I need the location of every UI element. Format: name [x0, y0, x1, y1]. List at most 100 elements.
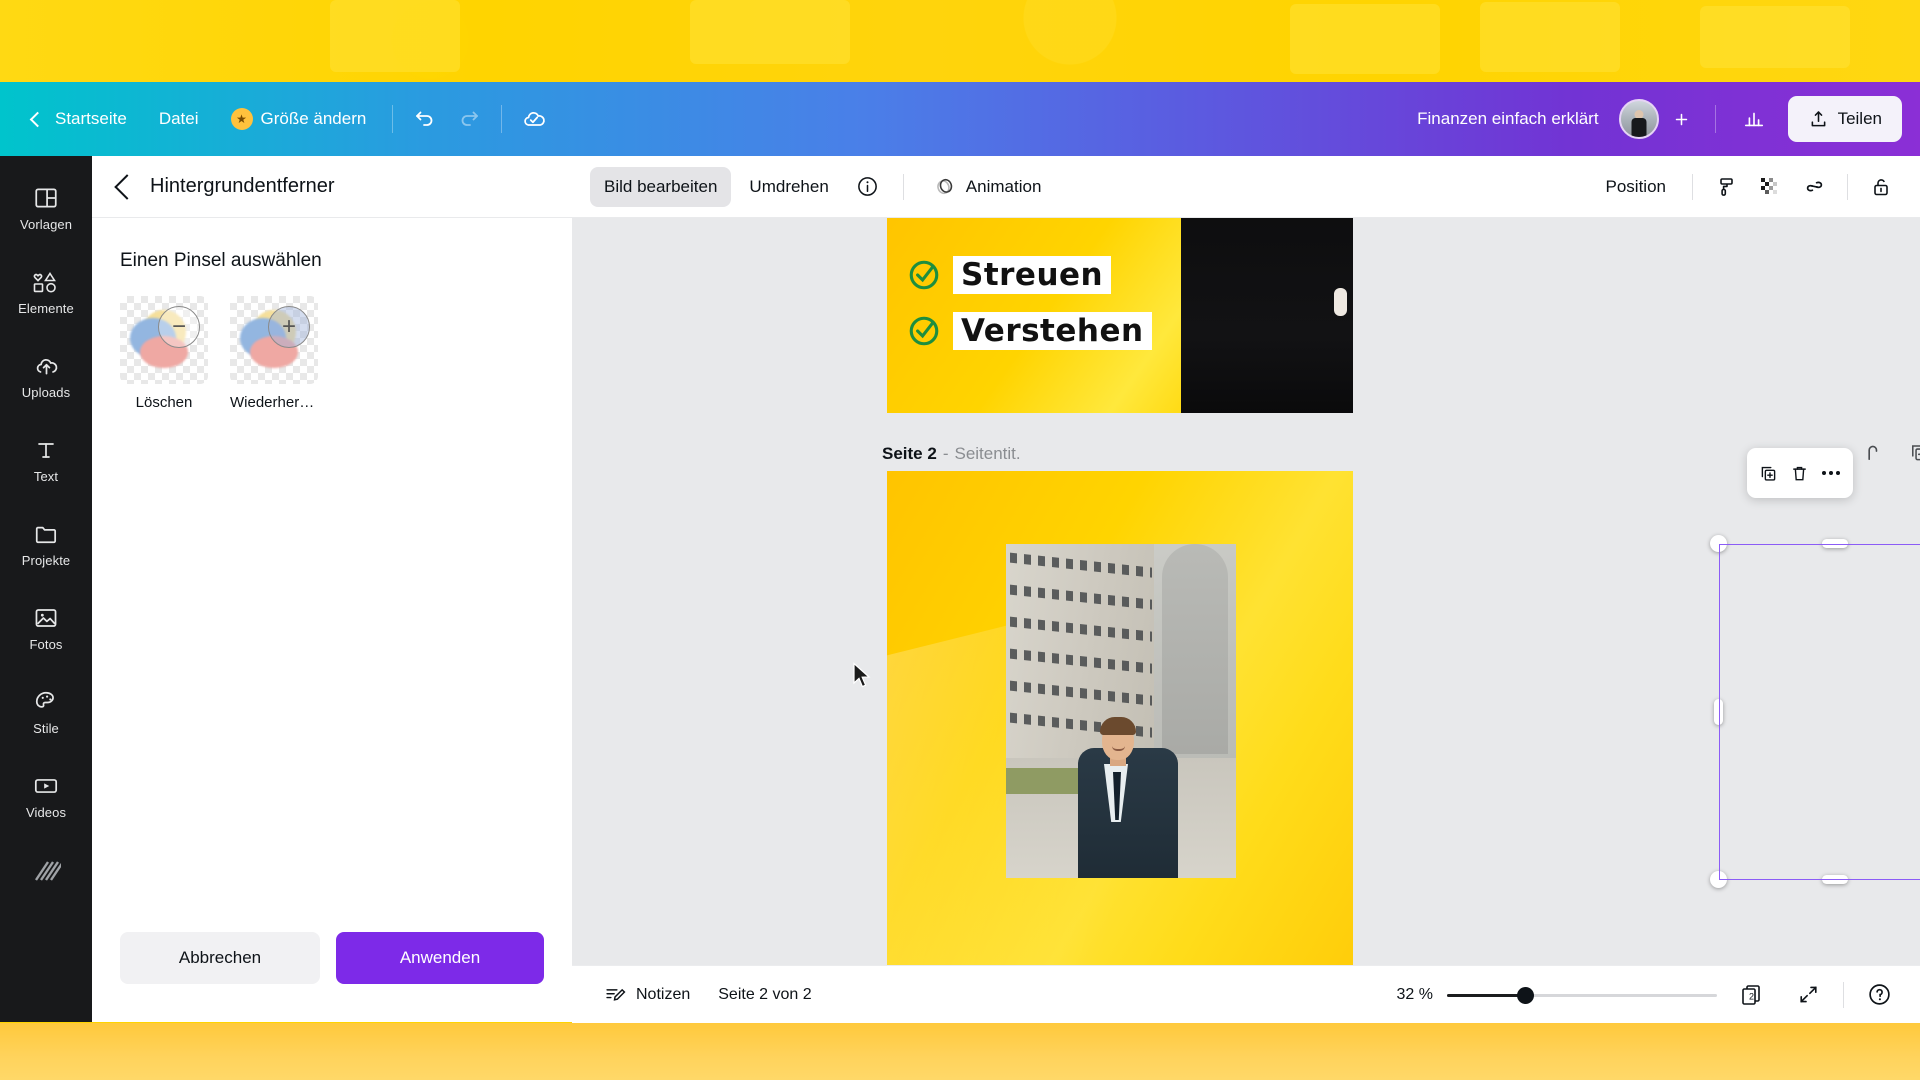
- brush-label-erase: Löschen: [135, 394, 193, 411]
- brush-option-erase[interactable]: − Löschen: [120, 296, 208, 411]
- add-collaborator-button[interactable]: [1665, 102, 1699, 136]
- edit-image-button[interactable]: Bild bearbeiten: [590, 166, 732, 207]
- copy-style-button[interactable]: [1705, 166, 1747, 208]
- status-divider: [1843, 981, 1844, 1008]
- file-label: Datei: [158, 109, 199, 128]
- selected-image-element[interactable]: [1006, 544, 1236, 878]
- page1-bullet-2: Verstehen: [907, 312, 1152, 350]
- brush-label-restore: Wiederherst...: [230, 394, 318, 411]
- delete-element-button[interactable]: [1785, 458, 1815, 488]
- sidebar-item-projekte[interactable]: Projekte: [7, 506, 85, 582]
- sidebar-label-uploads: Uploads: [21, 384, 71, 400]
- canvas-page-2[interactable]: [887, 471, 1353, 1022]
- sidebar-label-text: Text: [33, 468, 59, 484]
- cancel-button[interactable]: Abbrechen: [120, 932, 320, 984]
- folder-icon: [35, 526, 56, 543]
- upload-icon: [1811, 110, 1825, 126]
- apply-button[interactable]: Anwenden: [336, 932, 544, 984]
- duplicate-element-button[interactable]: [1754, 458, 1784, 488]
- resize-handle-left[interactable]: [1714, 699, 1723, 725]
- duplicate-icon: [1761, 466, 1776, 481]
- resize-handle-bottom[interactable]: [1822, 875, 1848, 884]
- undo-button[interactable]: [403, 97, 447, 141]
- bar-chart-icon: [1744, 112, 1763, 127]
- page-undo-button[interactable]: [1852, 431, 1894, 473]
- panel-header: Hintergrundentferner: [92, 156, 572, 218]
- link-button[interactable]: [1793, 166, 1835, 208]
- templates-icon: [35, 187, 57, 208]
- status-bar: Notizen Seite 2 von 2 32 % 2: [572, 965, 1920, 1023]
- sidebar-item-elemente[interactable]: Elemente: [7, 254, 85, 330]
- document-title[interactable]: Finanzen einfach erklärt: [1417, 109, 1598, 129]
- sidebar-item-videos[interactable]: Videos: [7, 758, 85, 834]
- resize-handle-top-left[interactable]: [1710, 535, 1727, 552]
- animation-button[interactable]: Animation: [918, 167, 1056, 207]
- edit-image-label: Bild bearbeiten: [604, 176, 718, 196]
- object-toolbar-right: Position: [1592, 166, 1902, 208]
- home-button[interactable]: Startseite: [16, 97, 143, 141]
- panel-back-button[interactable]: [114, 173, 140, 200]
- page-duplicate-button[interactable]: [1898, 431, 1920, 473]
- page1-suit-photo: [1181, 218, 1353, 413]
- resize-handle-top[interactable]: [1822, 539, 1848, 548]
- sidebar-item-text[interactable]: Text: [7, 422, 85, 498]
- help-button[interactable]: [1858, 974, 1900, 1016]
- sidebar-item-vorlagen[interactable]: Vorlagen: [7, 170, 85, 246]
- trash-icon: [1793, 466, 1807, 480]
- page1-text-2: Verstehen: [953, 312, 1152, 350]
- status-bar-right: 32 % 2: [1383, 974, 1900, 1016]
- position-label: Position: [1605, 176, 1666, 196]
- crown-icon: ★: [230, 108, 253, 130]
- zoom-slider-knob[interactable]: [1517, 986, 1535, 1004]
- upload-cloud-icon: [36, 358, 57, 374]
- more-options-button[interactable]: [1816, 458, 1846, 488]
- notes-icon: [606, 988, 626, 1001]
- insights-button[interactable]: [1732, 97, 1776, 141]
- brush-restore-icon: +: [230, 296, 318, 384]
- panel-title: Hintergrundentferner: [150, 175, 335, 197]
- more-options-icon: [1822, 471, 1841, 475]
- zoom-slider[interactable]: [1447, 985, 1717, 1005]
- page-manager-button[interactable]: 2: [1731, 974, 1773, 1016]
- sidebar-item-background[interactable]: [7, 842, 85, 898]
- header-divider-1: [392, 105, 394, 133]
- panel-footer: Abbrechen Anwenden: [92, 932, 572, 1022]
- browser-background-top: [0, 0, 1920, 82]
- flip-button[interactable]: Umdrehen: [735, 167, 842, 207]
- brush-option-restore[interactable]: + Wiederherst...: [230, 296, 318, 411]
- sidebar-item-uploads[interactable]: Uploads: [7, 338, 85, 414]
- lock-button[interactable]: [1860, 166, 1902, 208]
- page-tools: [1852, 431, 1920, 473]
- canvas-page-1[interactable]: Streuen Verstehen: [887, 218, 1353, 413]
- fullscreen-button[interactable]: [1787, 974, 1829, 1016]
- redo-button[interactable]: [447, 97, 491, 141]
- page-counter: Seite 2 von 2: [718, 985, 812, 1003]
- flip-label: Umdrehen: [749, 176, 829, 196]
- share-button[interactable]: Teilen: [1787, 96, 1902, 142]
- canvas-scroll-area[interactable]: Streuen Verstehen Seite 2 - Seitentit.: [572, 218, 1920, 1022]
- undo-icon: [416, 111, 433, 126]
- resize-handle-bottom-left[interactable]: [1710, 871, 1727, 888]
- undo-page-icon: [1867, 445, 1877, 460]
- sidebar-item-stile[interactable]: Stile: [7, 674, 85, 750]
- avatar[interactable]: [1618, 99, 1659, 139]
- info-button[interactable]: [847, 166, 889, 208]
- resize-button[interactable]: ★ Größe ändern: [215, 97, 383, 141]
- toolbar-divider-1: [902, 173, 904, 200]
- notes-label: Notizen: [636, 985, 691, 1003]
- file-menu-button[interactable]: Datei: [143, 97, 215, 141]
- sidebar-label-elemente: Elemente: [18, 300, 74, 316]
- elements-icon: [33, 271, 56, 293]
- notes-button[interactable]: Notizen: [592, 975, 702, 1015]
- panel-body: Einen Pinsel auswählen − Löschen + Wiede…: [92, 218, 572, 932]
- page-2-label[interactable]: Seite 2 - Seitentit.: [882, 444, 1021, 464]
- pages-icon: 2: [1742, 984, 1760, 1005]
- zoom-value: 32 %: [1396, 985, 1433, 1003]
- brush-erase-icon: −: [120, 296, 208, 384]
- plus-icon: [1675, 113, 1688, 125]
- position-button[interactable]: Position: [1592, 167, 1680, 207]
- saved-to-cloud-button[interactable]: [512, 97, 556, 141]
- transparency-button[interactable]: [1749, 166, 1791, 208]
- sidebar-item-fotos[interactable]: Fotos: [7, 590, 85, 666]
- page-number-label: Seite 2: [882, 444, 937, 463]
